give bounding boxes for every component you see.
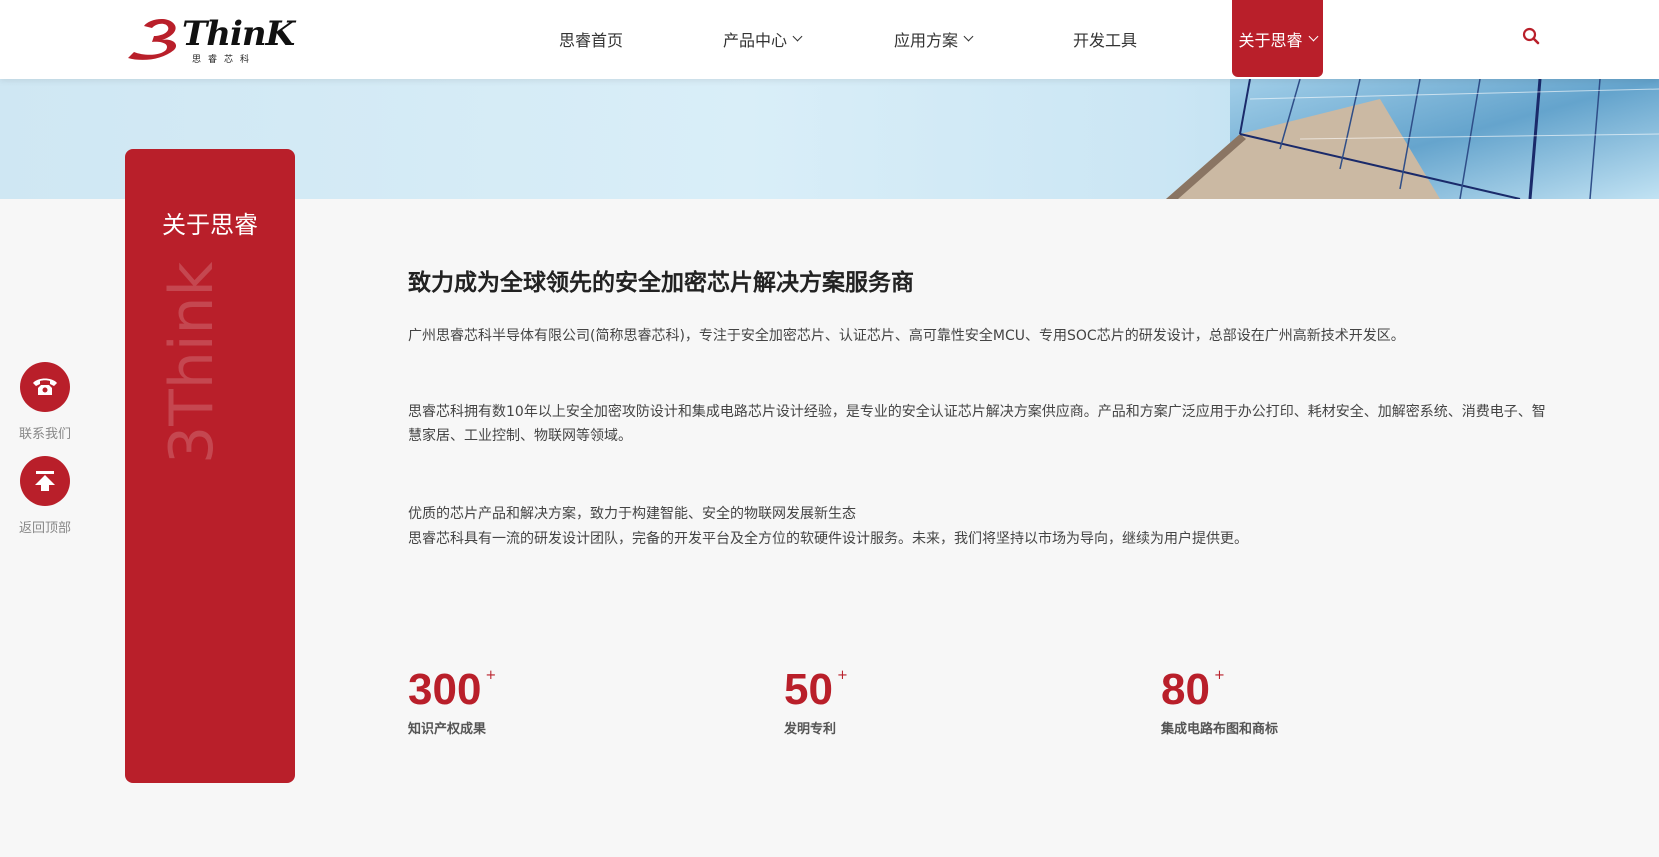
- stat-label: 知识产权成果: [408, 722, 487, 737]
- sidebar-watermark: 3Think: [157, 262, 227, 469]
- stat-value: 50: [784, 665, 833, 714]
- logo-wordmark: ThinK: [182, 14, 295, 54]
- nav-item-label: 思睿首页: [559, 30, 624, 50]
- back-to-top-label[interactable]: 返回顶部: [0, 517, 90, 536]
- intro-paragraph-3b: 思睿芯科具有一流的研发设计团队，完备的开发平台及全方位的软硬件设计服务。未来，我…: [408, 531, 1248, 547]
- nav-item-label: 应用方案: [894, 30, 959, 50]
- arrow-up-icon: [35, 471, 55, 491]
- stat-patents: 50 + 发明专利: [784, 664, 848, 737]
- nav-item-about[interactable]: 关于思睿: [1232, 0, 1323, 77]
- stat-ip: 300 + 知识产权成果: [408, 664, 496, 737]
- intro-paragraph-2: 思睿芯科拥有数10年以上安全加密攻防设计和集成电路芯片设计经验，是专业的安全认证…: [408, 404, 1546, 444]
- stat-label: 发明专利: [784, 722, 837, 737]
- stat-plus: +: [836, 668, 848, 683]
- phone-icon: [33, 378, 57, 395]
- contact-label[interactable]: 联系我们: [0, 423, 90, 442]
- nav-item-products[interactable]: 产品中心: [723, 0, 803, 77]
- site-header: ThinK 思睿芯科 思睿首页 产品中心 应用方案 开发工具 关于思睿: [0, 0, 1659, 79]
- chevron-down-icon: [963, 31, 974, 42]
- watermark-text: 3Think: [157, 261, 227, 464]
- search-icon[interactable]: [1522, 27, 1540, 45]
- chevron-down-icon: [1308, 31, 1318, 42]
- stat-value: 80: [1161, 665, 1210, 714]
- nav-item-dev-tools[interactable]: 开发工具: [1073, 0, 1137, 77]
- about-sidebar: 关于思睿 3Think: [125, 149, 295, 783]
- nav-item-solutions[interactable]: 应用方案: [894, 0, 974, 77]
- stat-plus: +: [485, 668, 497, 683]
- sidebar-title: 关于思睿: [162, 211, 258, 239]
- nav-item-label: 关于思睿: [1238, 30, 1303, 50]
- stat-value: 300: [408, 665, 482, 714]
- intro-paragraph-1: 广州思睿芯科半导体有限公司(简称思睿芯科)，专注于安全加密芯片、认证芯片、高可靠…: [408, 328, 1405, 344]
- intro-paragraph-3a: 优质的芯片产品和解决方案，致力于构建智能、安全的物联网发展新生态: [408, 506, 856, 522]
- page-title: 致力成为全球领先的安全加密芯片解决方案服务商: [408, 270, 914, 296]
- nav-item-label: 开发工具: [1073, 30, 1138, 50]
- back-to-top-button[interactable]: [20, 456, 70, 506]
- site-logo[interactable]: ThinK 思睿芯科: [122, 10, 295, 66]
- stat-plus: +: [1213, 668, 1225, 683]
- nav-item-label: 产品中心: [723, 30, 788, 50]
- logo-subtitle: 思睿芯科: [192, 55, 257, 65]
- contact-button[interactable]: [20, 362, 70, 412]
- stat-layouts: 80 + 集成电路布图和商标: [1161, 664, 1278, 737]
- nav-item-home[interactable]: 思睿首页: [559, 0, 623, 77]
- stat-label: 集成电路布图和商标: [1161, 722, 1279, 737]
- chevron-down-icon: [792, 31, 803, 42]
